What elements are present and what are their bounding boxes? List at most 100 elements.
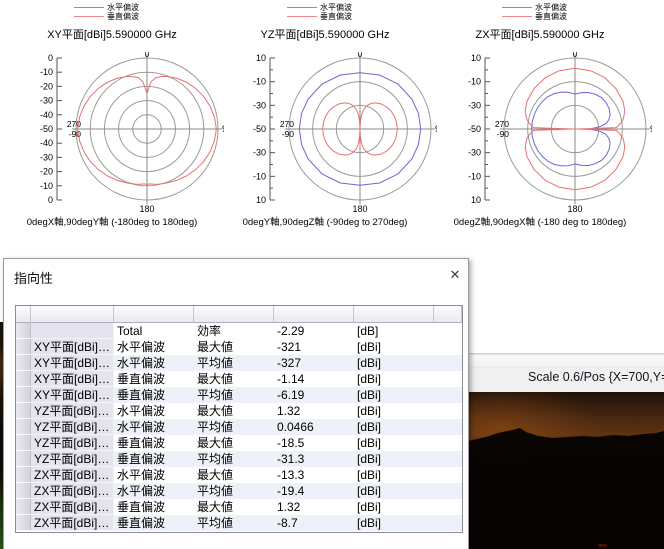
table-header-cell[interactable] [354,306,434,323]
legend-row: 垂直偏波 [502,12,567,21]
svg-text:-90: -90 [282,129,295,139]
plane-label-cell: YZ平面[dBi]… [31,403,114,419]
legend-label-vertical: 垂直偏波 [320,12,352,21]
table-header-cell[interactable] [31,306,114,323]
svg-text:-30: -30 [253,148,266,158]
filler-cell [434,419,462,435]
table-cell: -18.5 [274,435,354,451]
plane-label-cell: ZX平面[dBi]… [31,483,114,499]
row-header-cell [16,403,31,419]
plane-label-cell: ZX平面[dBi]… [31,499,114,515]
table-cell: 最大値 [194,435,274,451]
svg-text:10: 10 [256,195,266,205]
row-header-cell [16,339,31,355]
filler-cell [434,371,462,387]
table-cell: [dBi] [354,515,434,531]
svg-text:-50: -50 [468,124,481,134]
table-row[interactable]: XY平面[dBi]…水平偏波最大値-321[dBi] [16,339,462,355]
table-row[interactable]: YZ平面[dBi]…垂直偏波平均値-31.3[dBi] [16,451,462,467]
table-row[interactable]: ZX平面[dBi]…水平偏波平均値-19.4[dBi] [16,483,462,499]
table-cell: 垂直偏波 [114,499,194,515]
table-cell: 垂直偏波 [114,371,194,387]
light-speck [598,544,607,547]
table-cell: -6.19 [274,387,354,403]
table-cell: 水平偏波 [114,403,194,419]
table-cell: [dBi] [354,499,434,515]
table-cell: 最大値 [194,403,274,419]
svg-text:-30: -30 [40,152,53,162]
plot-group-xy: 水平偏波 垂直偏波 XY平面[dBi]5.590000 GHz 0 -10 -20 -… [0,0,224,232]
legend-label-horizontal: 水平偏波 [535,3,567,12]
row-header-cell [16,483,31,499]
legend-row: 水平偏波 [287,3,352,12]
row-header-cell [16,387,31,403]
svg-text:180: 180 [567,204,582,212]
horizontal-polarization-line-swatch [287,7,317,8]
table-cell: 平均値 [194,355,274,371]
row-header-cell [16,371,31,387]
svg-text:-20: -20 [40,81,53,91]
plot-group-yz: 水平偏波 垂直偏波 YZ平面[dBi]5.590000 GHz 10-10-30… [213,0,437,232]
table-cell: 平均値 [194,515,274,531]
close-icon[interactable]: ✕ [445,265,465,285]
status-bar-text: Scale 0.6/Pos {X=700,Y=4 [528,370,664,384]
vertical-polarization-line-swatch [287,16,317,17]
table-cell: 水平偏波 [114,355,194,371]
plane-label-cell: YZ平面[dBi]… [31,435,114,451]
table-cell: [dBi] [354,451,434,467]
desktop: 水平偏波 垂直偏波 XY平面[dBi]5.590000 GHz 0 -10 -20 -… [0,0,664,549]
plane-label-cell: YZ平面[dBi]… [31,419,114,435]
table-header-row [16,306,462,323]
legend-label-horizontal: 水平偏波 [107,3,139,12]
table-row[interactable]: ZX平面[dBi]…垂直偏波最大値1.32[dBi] [16,499,462,515]
table-row[interactable]: YZ平面[dBi]…垂直偏波最大値-18.5[dBi] [16,435,462,451]
plot-title-xy: XY平面[dBi]5.590000 GHz [0,26,224,42]
table-row[interactable]: XY平面[dBi]…垂直偏波最大値-1.14[dBi] [16,371,462,387]
table-row[interactable]: ZX平面[dBi]…水平偏波最大値-13.3[dBi] [16,467,462,483]
table-row[interactable]: XY平面[dBi]…垂直偏波平均値-6.19[dBi] [16,387,462,403]
table-cell: -8.7 [274,515,354,531]
svg-text:-40: -40 [40,110,53,120]
table-cell: 水平偏波 [114,419,194,435]
table-cell: 最大値 [194,467,274,483]
table-row[interactable]: Total効率-2.29[dB] [16,323,462,339]
table-header-cell[interactable] [194,306,274,323]
legend-row: 垂直偏波 [74,12,139,21]
table-header-cell[interactable] [114,306,194,323]
directivity-table[interactable]: Total効率-2.29[dB]XY平面[dBi]…水平偏波最大値-321[dB… [15,305,463,533]
filler-cell [434,483,462,499]
table-cell: 垂直偏波 [114,387,194,403]
horizontal-polarization-line-swatch [502,7,532,8]
table-cell: -321 [274,339,354,355]
plane-label-cell: XY平面[dBi]… [31,355,114,371]
table-cell: -13.3 [274,467,354,483]
svg-text:-10: -10 [468,171,481,181]
svg-text:-10: -10 [40,67,53,77]
svg-text:-30: -30 [468,100,481,110]
table-row[interactable]: XY平面[dBi]…水平偏波平均値-327[dBi] [16,355,462,371]
polar-chart-svg: 0-10-20-30-40-50-40-30-20-100090180270-9… [0,52,224,212]
table-header-cell[interactable] [16,306,31,323]
polar-chart-zx: 10-10-30-50-30-1010090180270-90 [428,52,652,212]
table-cell: 0.0466 [274,419,354,435]
table-cell: 垂直偏波 [114,451,194,467]
legend: 水平偏波 垂直偏波 [287,3,352,21]
table-row[interactable]: ZX平面[dBi]…垂直偏波平均値-8.7[dBi] [16,515,462,531]
plot-title-zx: ZX平面[dBi]5.590000 GHz [428,26,652,42]
mountain-silhouette [468,392,664,549]
table-cell: [dBi] [354,435,434,451]
table-cell: 最大値 [194,499,274,515]
table-cell: [dBi] [354,339,434,355]
row-header-cell [16,419,31,435]
svg-text:0: 0 [145,52,150,59]
table-row[interactable]: YZ平面[dBi]…水平偏波平均値0.0466[dBi] [16,419,462,435]
legend: 水平偏波 垂直偏波 [74,3,139,21]
table-header-cell[interactable] [274,306,354,323]
table-cell: 最大値 [194,371,274,387]
table-row[interactable]: YZ平面[dBi]…水平偏波最大値1.32[dBi] [16,403,462,419]
svg-text:-40: -40 [40,138,53,148]
svg-text:10: 10 [256,53,266,63]
row-header-cell [16,499,31,515]
svg-text:0: 0 [358,52,363,59]
table-header-cell[interactable] [434,306,462,323]
